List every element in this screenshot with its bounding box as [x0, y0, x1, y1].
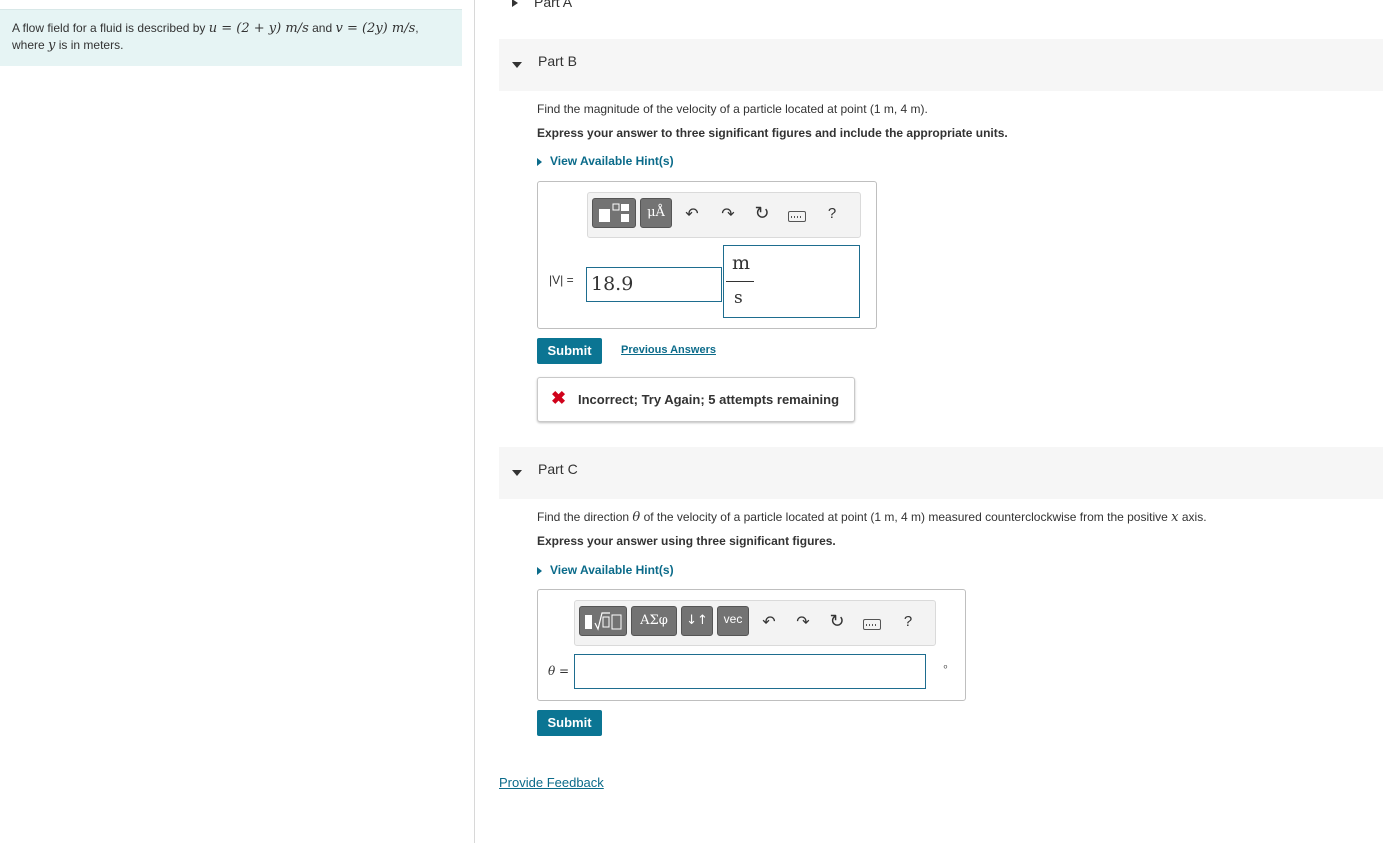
part-b-answer-box: μÅ ↶ ↷ ↻ ? |V| = 18.9 m s: [537, 181, 877, 329]
part-a-label: Part A: [534, 0, 573, 10]
magnitude-label: |V| =: [549, 273, 574, 287]
vector-button[interactable]: vec: [717, 606, 749, 636]
problem-text-3: is in meters.: [58, 38, 124, 52]
direction-input[interactable]: [574, 654, 926, 689]
y-variable: y: [48, 38, 56, 53]
theta-label: θ =: [548, 664, 569, 678]
part-b-feedback: ✖ Incorrect; Try Again; 5 attempts remai…: [537, 377, 855, 422]
problem-text-2: where: [12, 38, 45, 52]
question-text-c: axis.: [1181, 510, 1207, 524]
theta-label-text: θ =: [548, 664, 570, 678]
magnitude-input[interactable]: 18.9: [586, 267, 722, 302]
undo-icon[interactable]: ↶: [759, 612, 779, 632]
part-c-label: Part C: [538, 461, 578, 477]
problem-and: and: [312, 21, 333, 35]
greek-symbols-button[interactable]: ΑΣφ: [631, 606, 677, 636]
part-c-submit-button[interactable]: Submit: [537, 710, 602, 736]
subscript-superscript-button[interactable]: ↓↑: [681, 606, 713, 636]
part-b-header[interactable]: Part B: [499, 39, 1383, 91]
units-button[interactable]: μÅ: [640, 198, 672, 228]
hint-label: View Available Hint(s): [550, 154, 674, 168]
part-a-header[interactable]: Part A: [512, 0, 572, 10]
expand-arrow-icon: [537, 566, 542, 575]
collapse-arrow-icon: [512, 470, 522, 476]
redo-icon[interactable]: ↷: [793, 612, 813, 632]
expand-arrow-icon: [537, 157, 542, 166]
part-c-hint-toggle[interactable]: View Available Hint(s): [537, 563, 674, 577]
keyboard-icon[interactable]: [863, 619, 881, 630]
part-b-label: Part B: [538, 53, 577, 69]
column-divider: [474, 0, 475, 843]
help-button[interactable]: ?: [898, 613, 918, 630]
theta-symbol: θ: [632, 510, 641, 525]
part-b-submit-button[interactable]: Submit: [537, 338, 602, 364]
help-button[interactable]: ?: [822, 205, 842, 222]
part-c-answer-box: ΑΣφ ↓↑ vec ↶ ↷ ↻ ? θ = ∘: [537, 589, 966, 701]
provide-feedback-link[interactable]: Provide Feedback: [499, 775, 604, 790]
part-b-hint-toggle[interactable]: View Available Hint(s): [537, 154, 674, 168]
question-text-a: Find the direction: [537, 510, 630, 524]
unit-denominator: s: [734, 288, 743, 308]
part-c-header[interactable]: Part C: [499, 447, 1383, 499]
templates-button[interactable]: [579, 606, 627, 636]
v-expression: v = (2y) m/s: [335, 21, 416, 36]
part-c-math-toolbar: ΑΣφ ↓↑ vec ↶ ↷ ↻ ?: [574, 600, 936, 646]
problem-statement: A flow field for a fluid is described by…: [0, 9, 462, 66]
problem-text-1: A flow field for a fluid is described by: [12, 21, 206, 35]
feedback-message: Incorrect; Try Again; 5 attempts remaini…: [578, 392, 840, 407]
u-expression: u = (2 + y) m/s: [208, 21, 309, 36]
question-text-b: of the velocity of a particle located at…: [643, 510, 1168, 524]
unit-input[interactable]: m s: [723, 245, 860, 318]
part-b-question: Find the magnitude of the velocity of a …: [537, 102, 928, 116]
part-c-instruction: Express your answer using three signific…: [537, 534, 836, 548]
part-b-instruction: Express your answer to three significant…: [537, 126, 1008, 140]
templates-icon: [599, 203, 629, 222]
undo-icon[interactable]: ↶: [682, 204, 702, 224]
hint-label: View Available Hint(s): [550, 563, 674, 577]
collapse-arrow-icon: [512, 62, 522, 68]
keyboard-icon[interactable]: [788, 211, 806, 222]
expand-arrow-icon: [512, 0, 518, 8]
part-b-math-toolbar: μÅ ↶ ↷ ↻ ?: [587, 192, 861, 238]
unit-numerator: m: [732, 252, 751, 274]
reset-icon[interactable]: ↻: [827, 611, 847, 632]
reset-icon[interactable]: ↻: [752, 203, 772, 224]
incorrect-x-icon: ✖: [551, 388, 567, 408]
fraction-bar: [726, 281, 754, 282]
templates-button[interactable]: [592, 198, 636, 228]
previous-answers-link[interactable]: Previous Answers: [621, 344, 716, 356]
x-variable: x: [1171, 510, 1179, 525]
part-c-question: Find the direction θ of the velocity of …: [537, 510, 1207, 525]
radical-template-icon: [585, 612, 622, 631]
redo-icon[interactable]: ↷: [718, 204, 738, 224]
degree-symbol: ∘: [942, 661, 949, 673]
